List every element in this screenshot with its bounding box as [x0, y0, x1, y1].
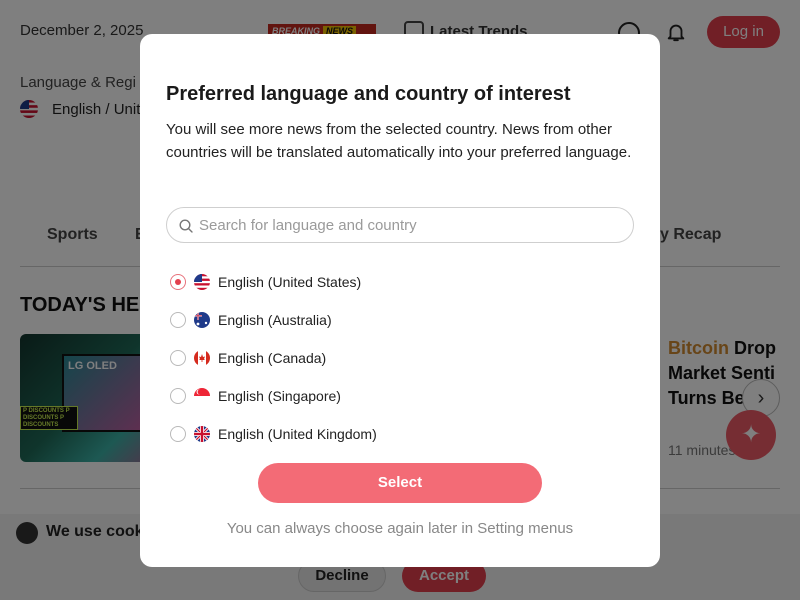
modal-description: You will see more news from the selected…: [166, 121, 632, 161]
option-label: English (Singapore): [218, 388, 341, 404]
option-label: English (Canada): [218, 350, 327, 366]
au-flag-icon: [194, 312, 210, 328]
us-flag-icon: [194, 274, 210, 290]
option-english-united-kingdom[interactable]: English (United Kingdom): [170, 423, 377, 445]
option-english-united-states[interactable]: English (United States): [170, 271, 361, 293]
option-english-singapore[interactable]: English (Singapore): [170, 385, 341, 407]
language-country-modal: Preferred language and country of intere…: [140, 34, 660, 567]
modal-title: Preferred language and country of intere…: [166, 83, 571, 105]
ca-flag-icon: [194, 350, 210, 366]
radio-button[interactable]: [170, 388, 186, 404]
radio-button-selected[interactable]: [170, 274, 186, 290]
option-label: English (Australia): [218, 312, 332, 328]
option-english-canada[interactable]: English (Canada): [170, 347, 326, 369]
modal-footnote: You can always choose again later in Set…: [226, 520, 574, 537]
option-english-australia[interactable]: English (Australia): [170, 309, 332, 331]
sg-flag-icon: [194, 388, 210, 404]
uk-flag-icon: [194, 426, 210, 442]
select-button[interactable]: Select: [258, 463, 542, 503]
option-label: English (United States): [218, 274, 362, 290]
search-field[interactable]: [166, 207, 634, 243]
option-label: English (United Kingdom): [218, 426, 377, 442]
radio-button[interactable]: [170, 426, 186, 442]
search-icon: [179, 219, 193, 233]
search-input[interactable]: [199, 209, 619, 241]
radio-button[interactable]: [170, 350, 186, 366]
radio-button[interactable]: [170, 312, 186, 328]
